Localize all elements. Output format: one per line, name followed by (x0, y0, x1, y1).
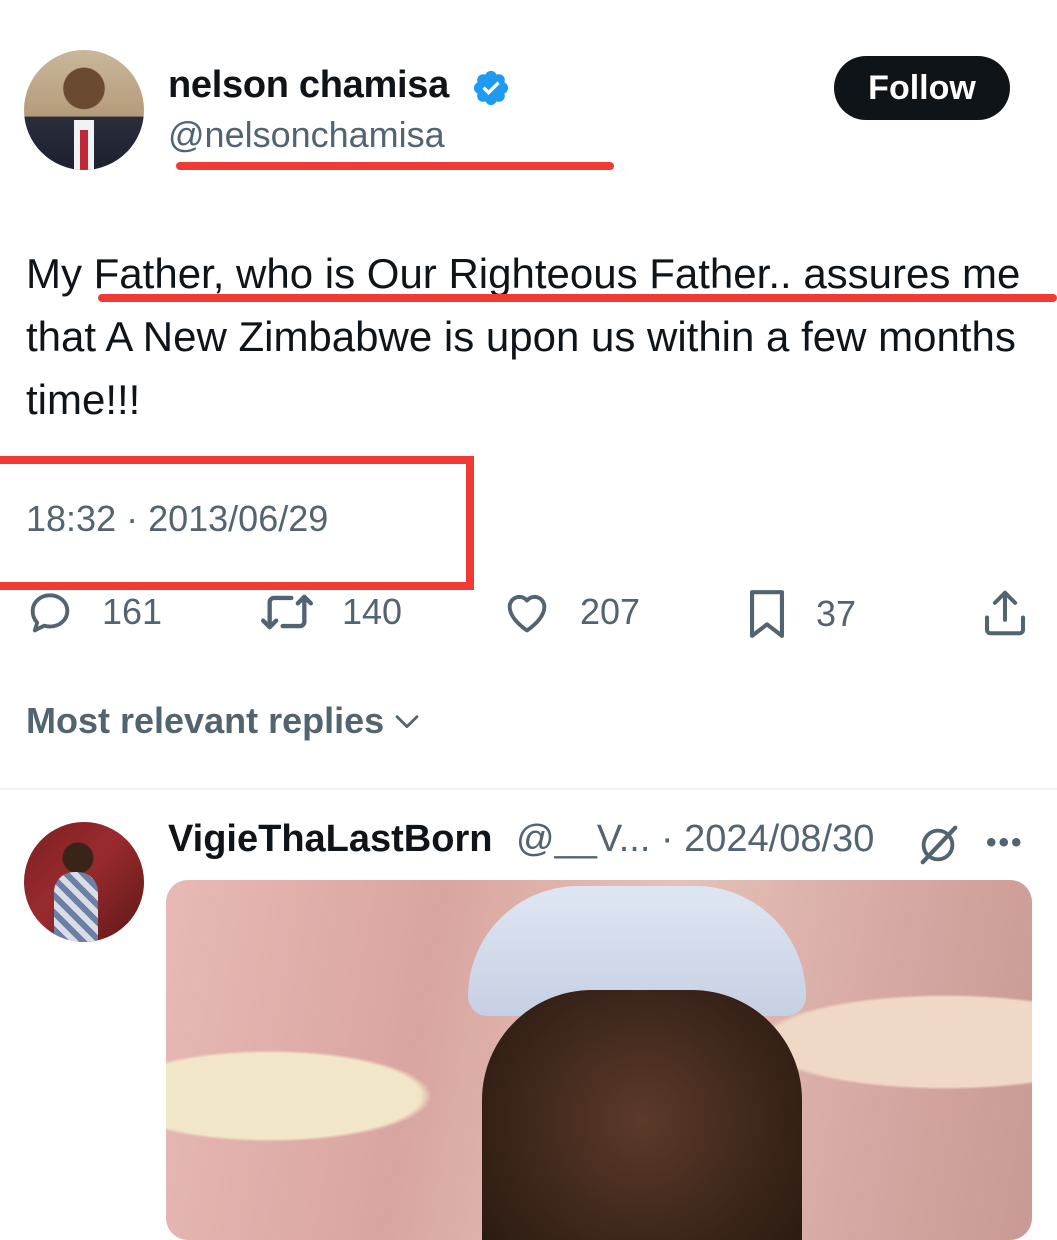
bookmark-icon (749, 590, 785, 638)
replies-sort-label: Most relevant replies (26, 700, 385, 741)
chevron-down-icon (395, 715, 419, 729)
share-icon[interactable] (978, 586, 1032, 640)
like-count: 207 (580, 591, 641, 632)
like-action[interactable]: 207 (500, 586, 640, 638)
avatar-tie (80, 130, 88, 170)
author-name[interactable]: nelson chamisa (168, 64, 449, 107)
follow-button[interactable]: Follow (834, 56, 1010, 120)
reply-meta: @__V... · 2024/08/30 (516, 818, 875, 860)
reply-media-image[interactable] (166, 880, 1032, 1240)
media-face (482, 990, 802, 1240)
section-divider (0, 788, 1057, 790)
reply-author-avatar[interactable] (24, 822, 144, 942)
verified-badge-icon (473, 70, 509, 106)
more-options-icon[interactable]: ••• (986, 826, 1024, 860)
text-annotation-underline (98, 294, 1057, 302)
replies-sort-dropdown[interactable]: Most relevant replies (26, 700, 424, 742)
timestamp-annotation-box (0, 456, 474, 590)
grok-icon[interactable] (915, 822, 961, 868)
repost-icon (260, 594, 313, 630)
reply-action[interactable]: 161 (24, 586, 162, 638)
reply-icon (30, 593, 70, 633)
author-handle[interactable]: @nelsonchamisa (168, 114, 445, 156)
reply-author-name[interactable]: VigieThaLastBorn (168, 818, 492, 861)
bookmark-count: 37 (816, 593, 857, 634)
repost-count: 140 (342, 591, 403, 632)
bookmark-action[interactable]: 37 (744, 586, 856, 642)
avatar-figure (54, 872, 98, 942)
handle-annotation-underline (176, 162, 614, 170)
heart-icon (507, 594, 547, 633)
repost-action[interactable]: 140 (258, 586, 402, 638)
tweet-text: My Father, who is Our Righteous Father..… (26, 250, 1021, 423)
author-avatar[interactable] (24, 50, 144, 170)
reply-count: 161 (102, 591, 163, 632)
